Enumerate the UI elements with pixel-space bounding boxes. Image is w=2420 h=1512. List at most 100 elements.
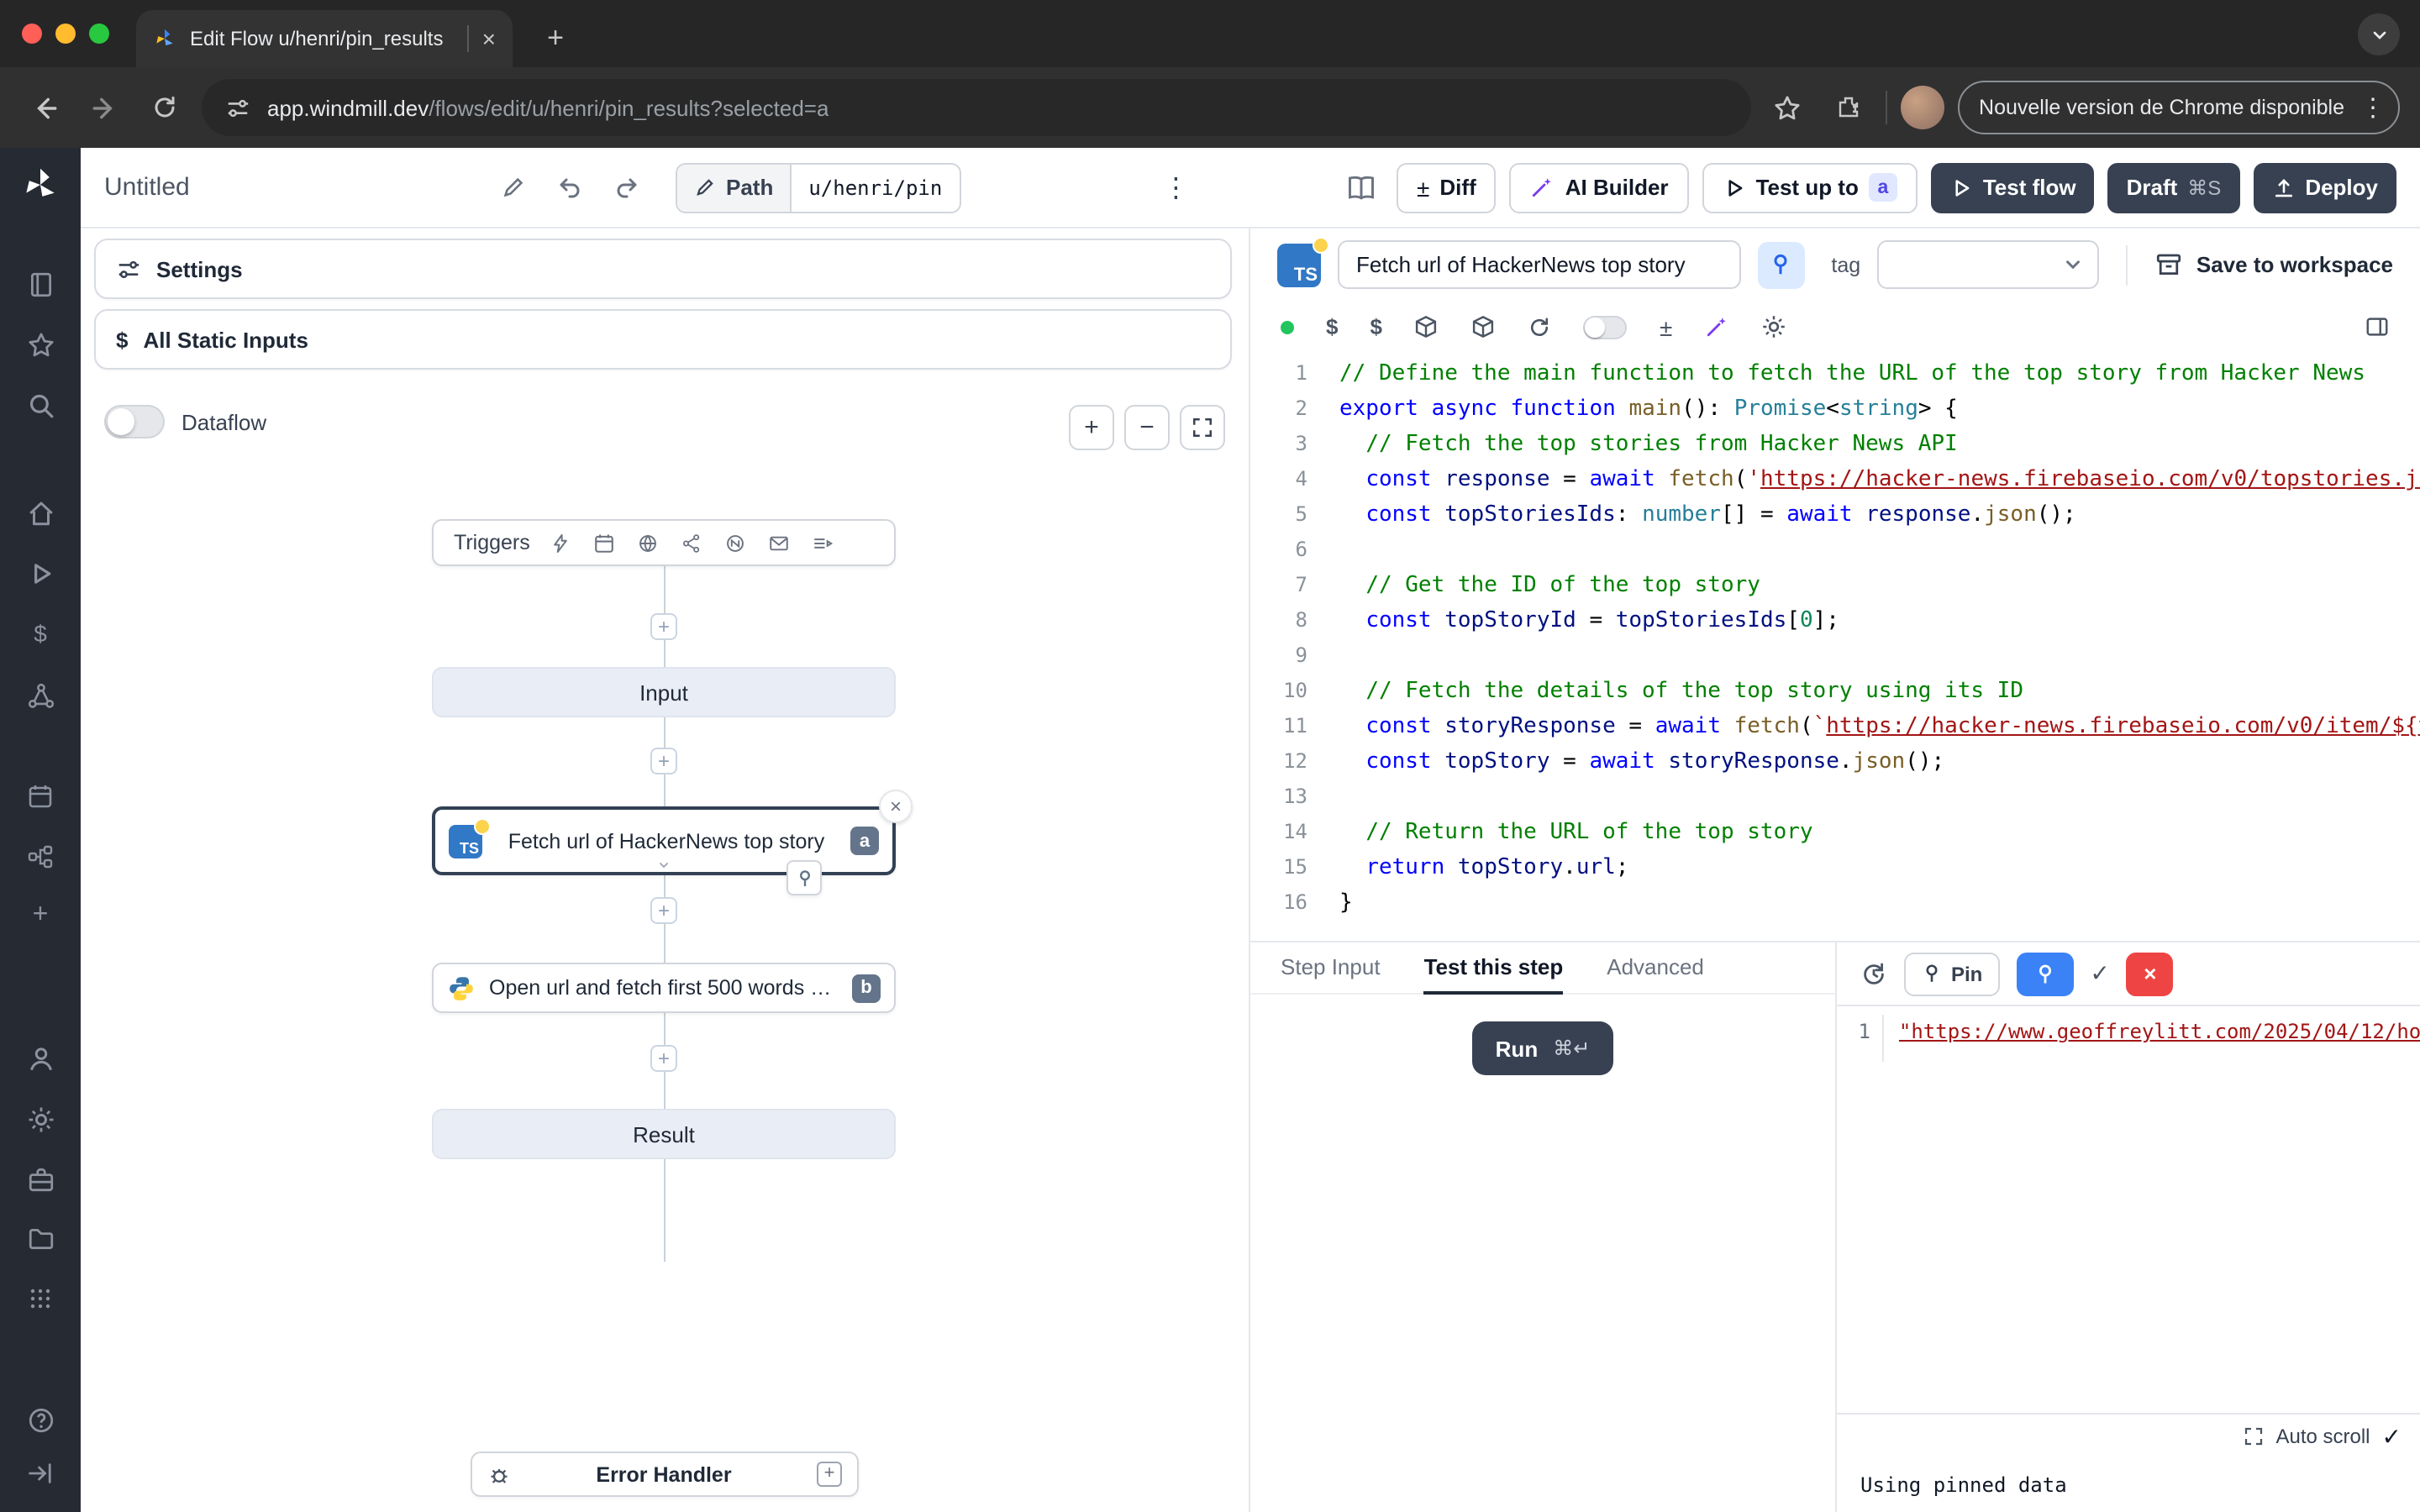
more-options-kebab-icon[interactable]: ⋮: [1155, 171, 1196, 204]
sidebar-item-workers[interactable]: [25, 1164, 55, 1194]
kafka-icon[interactable]: [681, 532, 703, 554]
triggers-node[interactable]: Triggers: [432, 519, 896, 566]
add-step-button[interactable]: +: [650, 897, 677, 924]
resources-icon[interactable]: $: [1370, 314, 1381, 339]
bookmark-star-icon[interactable]: [1764, 84, 1811, 131]
url-bar[interactable]: app.windmill.dev/flows/edit/u/henri/pin_…: [202, 79, 1750, 136]
draft-button[interactable]: Draft ⌘S: [2108, 162, 2240, 213]
fullscreen-window-button[interactable]: [89, 24, 109, 44]
step-summary-input[interactable]: [1338, 240, 1740, 289]
variables-icon[interactable]: $: [1326, 314, 1338, 339]
webhook-icon[interactable]: [550, 532, 572, 554]
tab-close-icon[interactable]: ×: [482, 27, 496, 50]
result-node[interactable]: Result: [432, 1109, 896, 1159]
reset-icon[interactable]: [1528, 315, 1552, 339]
sidebar-item-schedules[interactable]: [25, 781, 55, 811]
editor-toggle[interactable]: [1584, 315, 1628, 339]
diff-icon[interactable]: ±: [1660, 313, 1672, 340]
pin-button[interactable]: Pin: [1904, 952, 1999, 995]
zoom-in-button[interactable]: +: [1069, 405, 1114, 450]
tab-test-this-step[interactable]: Test this step: [1424, 942, 1564, 995]
run-button[interactable]: Run ⌘↵: [1472, 1021, 1614, 1075]
windmill-logo[interactable]: [20, 165, 60, 205]
package-icon[interactable]: [1471, 314, 1497, 339]
toggle-assistant-panel-icon[interactable]: [2365, 314, 2390, 339]
pinned-data-indicator[interactable]: [786, 860, 822, 895]
auto-scroll-check-icon[interactable]: ✓: [2382, 1422, 2402, 1451]
sidebar-item-apps[interactable]: [25, 1284, 55, 1314]
flow-name[interactable]: Untitled: [104, 173, 190, 202]
email-icon[interactable]: [769, 532, 791, 554]
add-error-handler-button[interactable]: +: [817, 1462, 842, 1487]
test-up-to-button[interactable]: Test up to a: [1702, 162, 1918, 213]
sidebar-item-favorites[interactable]: [25, 329, 55, 360]
settings-bar[interactable]: Settings: [94, 239, 1232, 299]
zoom-out-button[interactable]: −: [1124, 405, 1170, 450]
sidebar-item-runs[interactable]: [25, 558, 55, 588]
sidebar-item-users[interactable]: [25, 1043, 55, 1074]
sidebar-item-home[interactable]: [25, 497, 55, 528]
step-a-node[interactable]: TS Fetch url of HackerNews top story a: [432, 806, 896, 875]
diff-button[interactable]: ± Diff: [1397, 162, 1497, 213]
input-node[interactable]: Input: [432, 667, 896, 717]
sidebar-item-flows[interactable]: [25, 842, 55, 872]
step-b-node[interactable]: Open url and fetch first 500 words of ..…: [432, 963, 896, 1013]
chevron-down-icon[interactable]: [655, 858, 672, 872]
delete-step-button[interactable]: ×: [879, 790, 913, 823]
test-flow-button[interactable]: Test flow: [1931, 162, 2095, 213]
add-step-button[interactable]: +: [650, 1045, 677, 1072]
edit-name-pencil-icon[interactable]: [491, 165, 534, 209]
tag-select[interactable]: [1877, 240, 2099, 289]
code-lines[interactable]: // Define the main function to fetch the…: [1307, 353, 2420, 941]
dataflow-toggle[interactable]: [104, 405, 165, 438]
static-inputs-bar[interactable]: $ All Static Inputs: [94, 309, 1232, 370]
save-to-workspace-button[interactable]: Save to workspace: [2154, 250, 2393, 279]
sidebar-item-search[interactable]: [25, 390, 55, 420]
forward-button[interactable]: [81, 84, 128, 131]
docs-book-icon[interactable]: [1339, 165, 1383, 209]
minimize-window-button[interactable]: [55, 24, 76, 44]
sqs-icon[interactable]: [813, 532, 834, 554]
ai-builder-button[interactable]: AI Builder: [1510, 162, 1689, 213]
deploy-button[interactable]: Deploy: [2253, 162, 2396, 213]
profile-avatar[interactable]: [1900, 86, 1944, 129]
nats-icon[interactable]: [725, 532, 747, 554]
tab-step-input[interactable]: Step Input: [1281, 942, 1381, 995]
redo-button[interactable]: [605, 165, 649, 209]
history-icon[interactable]: [1860, 960, 1887, 987]
extensions-puzzle-icon[interactable]: [1824, 84, 1871, 131]
tab-advanced[interactable]: Advanced: [1607, 942, 1704, 995]
error-handler-node[interactable]: Error Handler +: [471, 1452, 859, 1497]
sidebar-item-settings[interactable]: [25, 1104, 55, 1134]
result-viewer[interactable]: 1 "https://www.geoffreylitt.com/2025/04/…: [1837, 1005, 2420, 1075]
back-button[interactable]: [20, 84, 67, 131]
fit-view-button[interactable]: [1180, 405, 1225, 450]
add-step-button[interactable]: +: [650, 613, 677, 640]
sidebar-collapse-button[interactable]: [25, 1458, 55, 1488]
add-step-button[interactable]: +: [650, 748, 677, 774]
chrome-update-button[interactable]: Nouvelle version de Chrome disponible ⋮: [1957, 81, 2400, 134]
browser-tab[interactable]: Edit Flow u/henri/pin_results ×: [136, 10, 513, 67]
tab-search-button[interactable]: [2358, 13, 2400, 55]
new-tab-button[interactable]: +: [533, 15, 578, 60]
pin-filter-button[interactable]: [1757, 241, 1804, 288]
sidebar-item-help[interactable]: [25, 1404, 55, 1435]
site-settings-icon[interactable]: [225, 95, 250, 120]
sidebar-item-resources[interactable]: [25, 680, 55, 711]
reload-button[interactable]: [141, 84, 188, 131]
ai-wand-icon[interactable]: [1704, 314, 1729, 339]
editor-settings-icon[interactable]: [1761, 314, 1786, 339]
sidebar-item-create[interactable]: +: [25, 900, 55, 931]
schedule-icon[interactable]: [594, 532, 616, 554]
sidebar-item-folders[interactable]: [25, 1223, 55, 1253]
clear-pin-button[interactable]: ×: [2127, 952, 2174, 995]
undo-button[interactable]: [548, 165, 592, 209]
path-control[interactable]: Path u/henri/pin: [676, 162, 960, 213]
package-icon[interactable]: [1414, 314, 1439, 339]
close-window-button[interactable]: [22, 24, 42, 44]
browser-menu-icon[interactable]: ⋮: [2354, 92, 2391, 123]
http-route-icon[interactable]: [638, 532, 660, 554]
sidebar-item-docs[interactable]: [25, 269, 55, 299]
code-editor[interactable]: 12345678910111213141516 // Define the ma…: [1250, 353, 2420, 941]
pin-active-button[interactable]: [2016, 952, 2073, 995]
